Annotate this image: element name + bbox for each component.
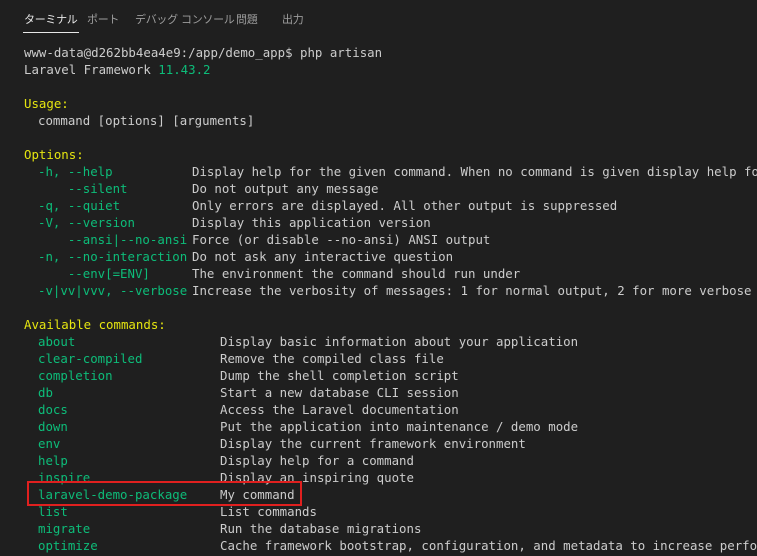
command-desc: Run the database migrations xyxy=(220,521,422,536)
usage-text: command [options] [arguments] xyxy=(38,113,255,128)
option-flag: --silent xyxy=(38,181,128,196)
command-desc: Dump the shell completion script xyxy=(220,368,459,383)
terminal-output[interactable]: www-data@d262bb4ea4e9:/app/demo_app$ php… xyxy=(24,44,757,556)
option-flag: -h, --help xyxy=(38,164,113,179)
framework-line: Laravel Framework 11.43.2 xyxy=(24,61,211,78)
option-flag: --ansi|--no-ansi xyxy=(38,232,188,247)
command-desc: Access the Laravel documentation xyxy=(220,402,459,417)
command-desc: Display the current framework environmen… xyxy=(220,436,526,451)
prompt-line: www-data@d262bb4ea4e9:/app/demo_app$ php… xyxy=(24,45,383,60)
command-name: clear-compiled xyxy=(38,351,143,366)
option-desc: Do not output any message xyxy=(192,181,379,196)
option-flag: -v|vv|vvv, --verbose xyxy=(38,283,188,298)
tab-problems[interactable]: 問題 xyxy=(236,12,258,28)
option-desc: Only errors are displayed. All other out… xyxy=(192,198,618,213)
command-name: migrate xyxy=(38,521,91,536)
options-heading: Options: xyxy=(24,147,84,162)
option-desc: Do not ask any interactive question xyxy=(192,249,454,264)
command-desc: Start a new database CLI session xyxy=(220,385,459,400)
command-name: about xyxy=(38,334,76,349)
option-desc: Display help for the given command. When… xyxy=(192,164,757,179)
commands-heading: Available commands: xyxy=(24,317,166,332)
red-highlight-box xyxy=(27,481,302,506)
command-desc: Display help for a command xyxy=(220,453,414,468)
command-desc: Remove the compiled class file xyxy=(220,351,444,366)
command-name: completion xyxy=(38,368,113,383)
tab-terminal[interactable]: ターミナル xyxy=(23,12,78,33)
command-desc: Put the application into maintenance / d… xyxy=(220,419,579,434)
command-name: optimize xyxy=(38,538,98,553)
command-desc: Display basic information about your app… xyxy=(220,334,579,349)
option-flag: -q, --quiet xyxy=(38,198,121,213)
option-flag: --env[=ENV] xyxy=(38,266,150,281)
tab-ports[interactable]: ポート xyxy=(87,12,119,28)
option-flag: -V, --version xyxy=(38,215,135,230)
option-desc: Increase the verbosity of messages: 1 fo… xyxy=(192,283,757,298)
tab-debug-console[interactable]: デバッグ コンソール xyxy=(135,12,235,28)
option-desc: Force (or disable --no-ansi) ANSI output xyxy=(192,232,491,247)
option-flag: -n, --no-interaction xyxy=(38,249,188,264)
command-name: env xyxy=(38,436,61,451)
command-desc: Cache framework bootstrap, configuration… xyxy=(220,538,757,553)
framework-name: Laravel Framework xyxy=(24,62,151,77)
framework-version: 11.43.2 xyxy=(158,62,211,77)
option-desc: Display this application version xyxy=(192,215,431,230)
command-name: docs xyxy=(38,402,68,417)
usage-heading: Usage: xyxy=(24,96,69,111)
command-name: down xyxy=(38,419,68,434)
panel-tab-bar: ターミナル ポート デバッグ コンソール 問題 出力 xyxy=(0,0,757,36)
tab-output[interactable]: 出力 xyxy=(282,12,304,28)
option-desc: The environment the command should run u… xyxy=(192,266,521,281)
command-name: db xyxy=(38,385,53,400)
command-name: help xyxy=(38,453,68,468)
